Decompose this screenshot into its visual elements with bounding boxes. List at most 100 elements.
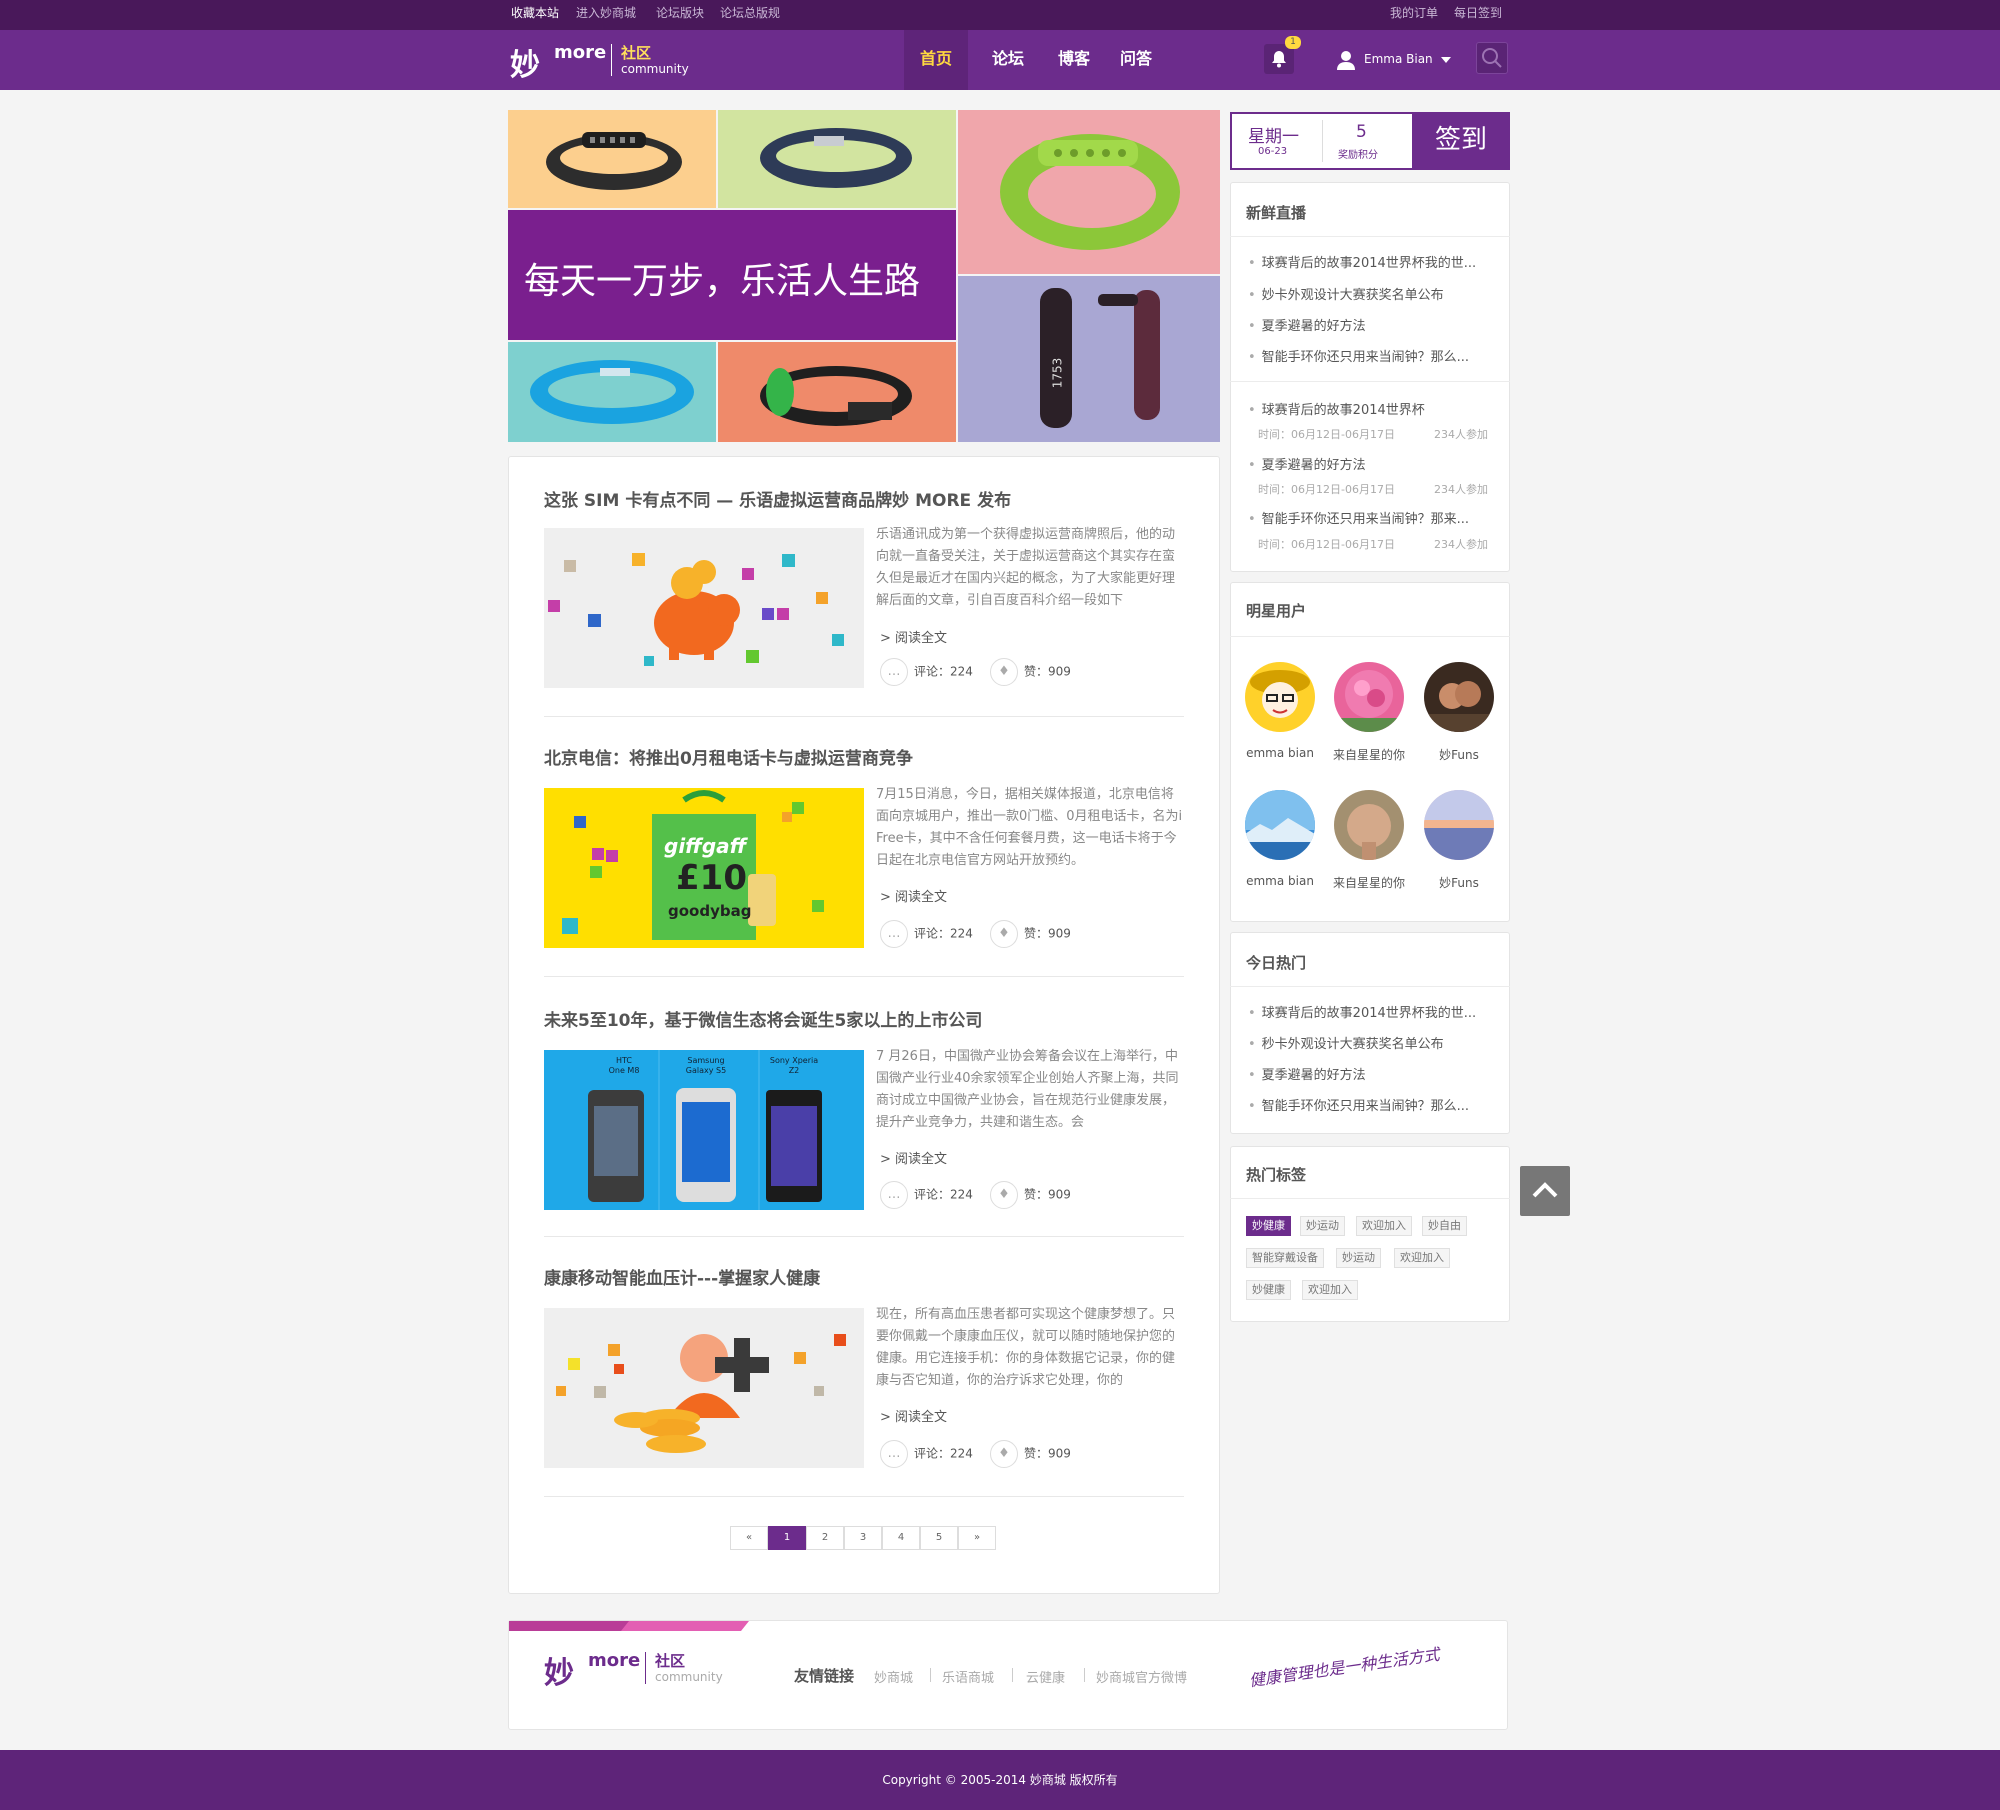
read-more-link[interactable]: > 阅读全文	[880, 627, 947, 646]
tag[interactable]: 智能穿戴设备	[1246, 1248, 1324, 1268]
hot-item[interactable]: 智能手环你还只用来当闹钟？那么...	[1248, 1095, 1508, 1114]
tag[interactable]: 妙健康	[1246, 1280, 1291, 1300]
live-item[interactable]: 智能手环你还只用来当闹钟？那么...	[1248, 346, 1508, 365]
pager-page-1[interactable]: 1	[768, 1526, 806, 1550]
pager-prev[interactable]: «	[730, 1526, 768, 1550]
pager-page-5[interactable]: 5	[920, 1526, 958, 1550]
like-count[interactable]: ♦ 赞：909	[990, 1181, 1071, 1209]
article-image-health[interactable]	[544, 1308, 864, 1468]
avatar[interactable]	[1334, 790, 1404, 860]
forum-rules-link[interactable]: 论坛总版规	[720, 0, 780, 26]
nav-home[interactable]: 首页	[904, 30, 968, 90]
live-event-title[interactable]: 智能手环你还只用来当闹钟？那来...	[1248, 508, 1508, 527]
like-count[interactable]: ♦ 赞：909	[990, 658, 1071, 686]
banner-headline-tile: 每天一万步，乐活人生路	[508, 210, 956, 340]
tag[interactable]: 欢迎加入	[1394, 1248, 1450, 1268]
comment-count-label: 评论：224	[914, 1446, 973, 1461]
live-item[interactable]: 妙卡外观设计大赛获奖名单公布	[1248, 284, 1508, 303]
star-user-name[interactable]: 妙Funs	[1409, 874, 1509, 891]
friend-link[interactable]: 乐语商城	[942, 1667, 994, 1686]
comment-count[interactable]: … 评论：224	[880, 1181, 973, 1209]
footer-logo[interactable]: 妙 more 社区 community	[544, 1648, 724, 1691]
live-item[interactable]: 球赛背后的故事2014世界杯我的世...	[1248, 252, 1508, 271]
live-event-title[interactable]: 夏季避暑的好方法	[1248, 454, 1508, 473]
live-item[interactable]: 夏季避暑的好方法	[1248, 315, 1508, 334]
article-title[interactable]: 未来5至10年，基于微信生态将会诞生5家以上的上市公司	[544, 1006, 982, 1031]
enter-mall-link[interactable]: 进入妙商城	[576, 0, 636, 26]
tag[interactable]: 欢迎加入	[1356, 1216, 1412, 1236]
banner-tile-green-band	[958, 110, 1220, 274]
hero-banner[interactable]: 每天一万步，乐活人生路 1753	[508, 110, 1220, 442]
banner-tile-blue-band	[508, 342, 716, 442]
live-event-title[interactable]: 球赛背后的故事2014世界杯	[1248, 399, 1508, 418]
like-count-label: 赞：909	[1024, 1187, 1071, 1202]
nav-blog[interactable]: 博客	[1042, 30, 1106, 90]
tag[interactable]: 妙健康	[1246, 1216, 1291, 1236]
forum-sections-link[interactable]: 论坛版块	[656, 0, 704, 26]
hot-item[interactable]: 秒卡外观设计大赛获奖名单公布	[1248, 1033, 1508, 1052]
article-image-giffgaff[interactable]: giffgaff £10 goodybag	[544, 788, 864, 948]
bookmark-link[interactable]: 收藏本站	[511, 0, 559, 26]
pager-next[interactable]: »	[958, 1526, 996, 1550]
friend-link[interactable]: 妙商城	[874, 1667, 913, 1686]
thumbs-up-icon: ♦	[990, 1181, 1018, 1209]
daily-checkin-link[interactable]: 每日签到	[1454, 0, 1502, 26]
site-logo[interactable]: 妙 more 社区 community	[510, 40, 690, 83]
article-image-phones[interactable]: HTC One M8 Samsung Galaxy S5 Sony Xperia Z2	[544, 1050, 864, 1210]
live-event-count: 234人参加	[1434, 538, 1488, 551]
hot-item[interactable]: 球赛背后的故事2014世界杯我的世...	[1248, 1002, 1508, 1021]
tag[interactable]: 妙运动	[1336, 1248, 1381, 1268]
checkin-points: 5	[1356, 122, 1367, 142]
checkin-divider	[1322, 120, 1323, 162]
article-summary: 现在，所有高血压患者都可实现这个健康梦想了。只要你佩戴一个康康血压仪，就可以随时…	[876, 1307, 1176, 1388]
article-title[interactable]: 康康移动智能血压计---掌握家人健康	[544, 1264, 820, 1289]
section-divider	[1230, 236, 1510, 237]
article-summary: 乐语通讯成为第一个获得虚拟运营商牌照后，他的动向就一直备受关注，关于虚拟运营商这…	[876, 527, 1176, 608]
pager-page-2[interactable]: 2	[806, 1526, 844, 1550]
hot-item[interactable]: 夏季避暑的好方法	[1248, 1064, 1508, 1083]
avatar[interactable]	[1424, 790, 1494, 860]
avatar[interactable]	[1245, 790, 1315, 860]
comment-count[interactable]: … 评论：224	[880, 1440, 973, 1468]
article-title[interactable]: 北京电信：将推出0月租电话卡与虚拟运营商竞争	[544, 744, 913, 769]
star-user-name[interactable]: emma bian	[1230, 874, 1330, 888]
tag[interactable]: 妙自由	[1422, 1216, 1467, 1236]
nav-forum[interactable]: 论坛	[976, 30, 1040, 90]
pager-page-4[interactable]: 4	[882, 1526, 920, 1550]
article-image-piggy-bank[interactable]	[544, 528, 864, 688]
read-more-label: 阅读全文	[895, 631, 948, 646]
nav-qa[interactable]: 问答	[1104, 30, 1168, 90]
chevron-up-icon	[1532, 1182, 1558, 1198]
my-orders-link[interactable]: 我的订单	[1390, 0, 1438, 26]
comment-count[interactable]: … 评论：224	[880, 920, 973, 948]
checkin-points-label: 奖励积分	[1338, 150, 1378, 161]
checkin-button[interactable]: 签到	[1412, 112, 1510, 170]
read-more-link[interactable]: > 阅读全文	[880, 1406, 947, 1425]
giffgaff-sub-text: goodybag	[668, 902, 752, 920]
avatar[interactable]	[1334, 662, 1404, 732]
section-divider	[1230, 1198, 1510, 1199]
star-user-name[interactable]: 来自星星的你	[1319, 746, 1419, 763]
back-to-top-button[interactable]	[1520, 1166, 1570, 1216]
tag[interactable]: 欢迎加入	[1302, 1280, 1358, 1300]
tag[interactable]: 妙运动	[1300, 1216, 1345, 1236]
live-event-count: 234人参加	[1434, 428, 1488, 441]
star-user-name[interactable]: 妙Funs	[1409, 746, 1509, 763]
friend-link[interactable]: 云健康	[1026, 1667, 1065, 1686]
star-user-name[interactable]: emma bian	[1230, 746, 1330, 760]
avatar[interactable]	[1245, 662, 1315, 732]
star-user-name[interactable]: 来自星星的你	[1319, 874, 1419, 891]
like-count[interactable]: ♦ 赞：909	[990, 1440, 1071, 1468]
search-button[interactable]	[1476, 42, 1508, 74]
read-more-link[interactable]: > 阅读全文	[880, 886, 947, 905]
avatar[interactable]	[1424, 662, 1494, 732]
comment-count[interactable]: … 评论：224	[880, 658, 973, 686]
friend-links-title: 友情链接	[794, 1667, 855, 1685]
friend-link[interactable]: 妙商城官方微博	[1096, 1667, 1187, 1686]
read-more-link[interactable]: > 阅读全文	[880, 1148, 947, 1167]
footer-logo-community-cn: 社区	[655, 1652, 686, 1670]
pager-page-3[interactable]: 3	[844, 1526, 882, 1550]
user-menu[interactable]: Emma Bian	[1336, 47, 1451, 71]
article-title[interactable]: 这张 SIM 卡有点不同 — 乐语虚拟运营商品牌妙 MORE 发布	[544, 486, 1011, 511]
like-count[interactable]: ♦ 赞：909	[990, 920, 1071, 948]
